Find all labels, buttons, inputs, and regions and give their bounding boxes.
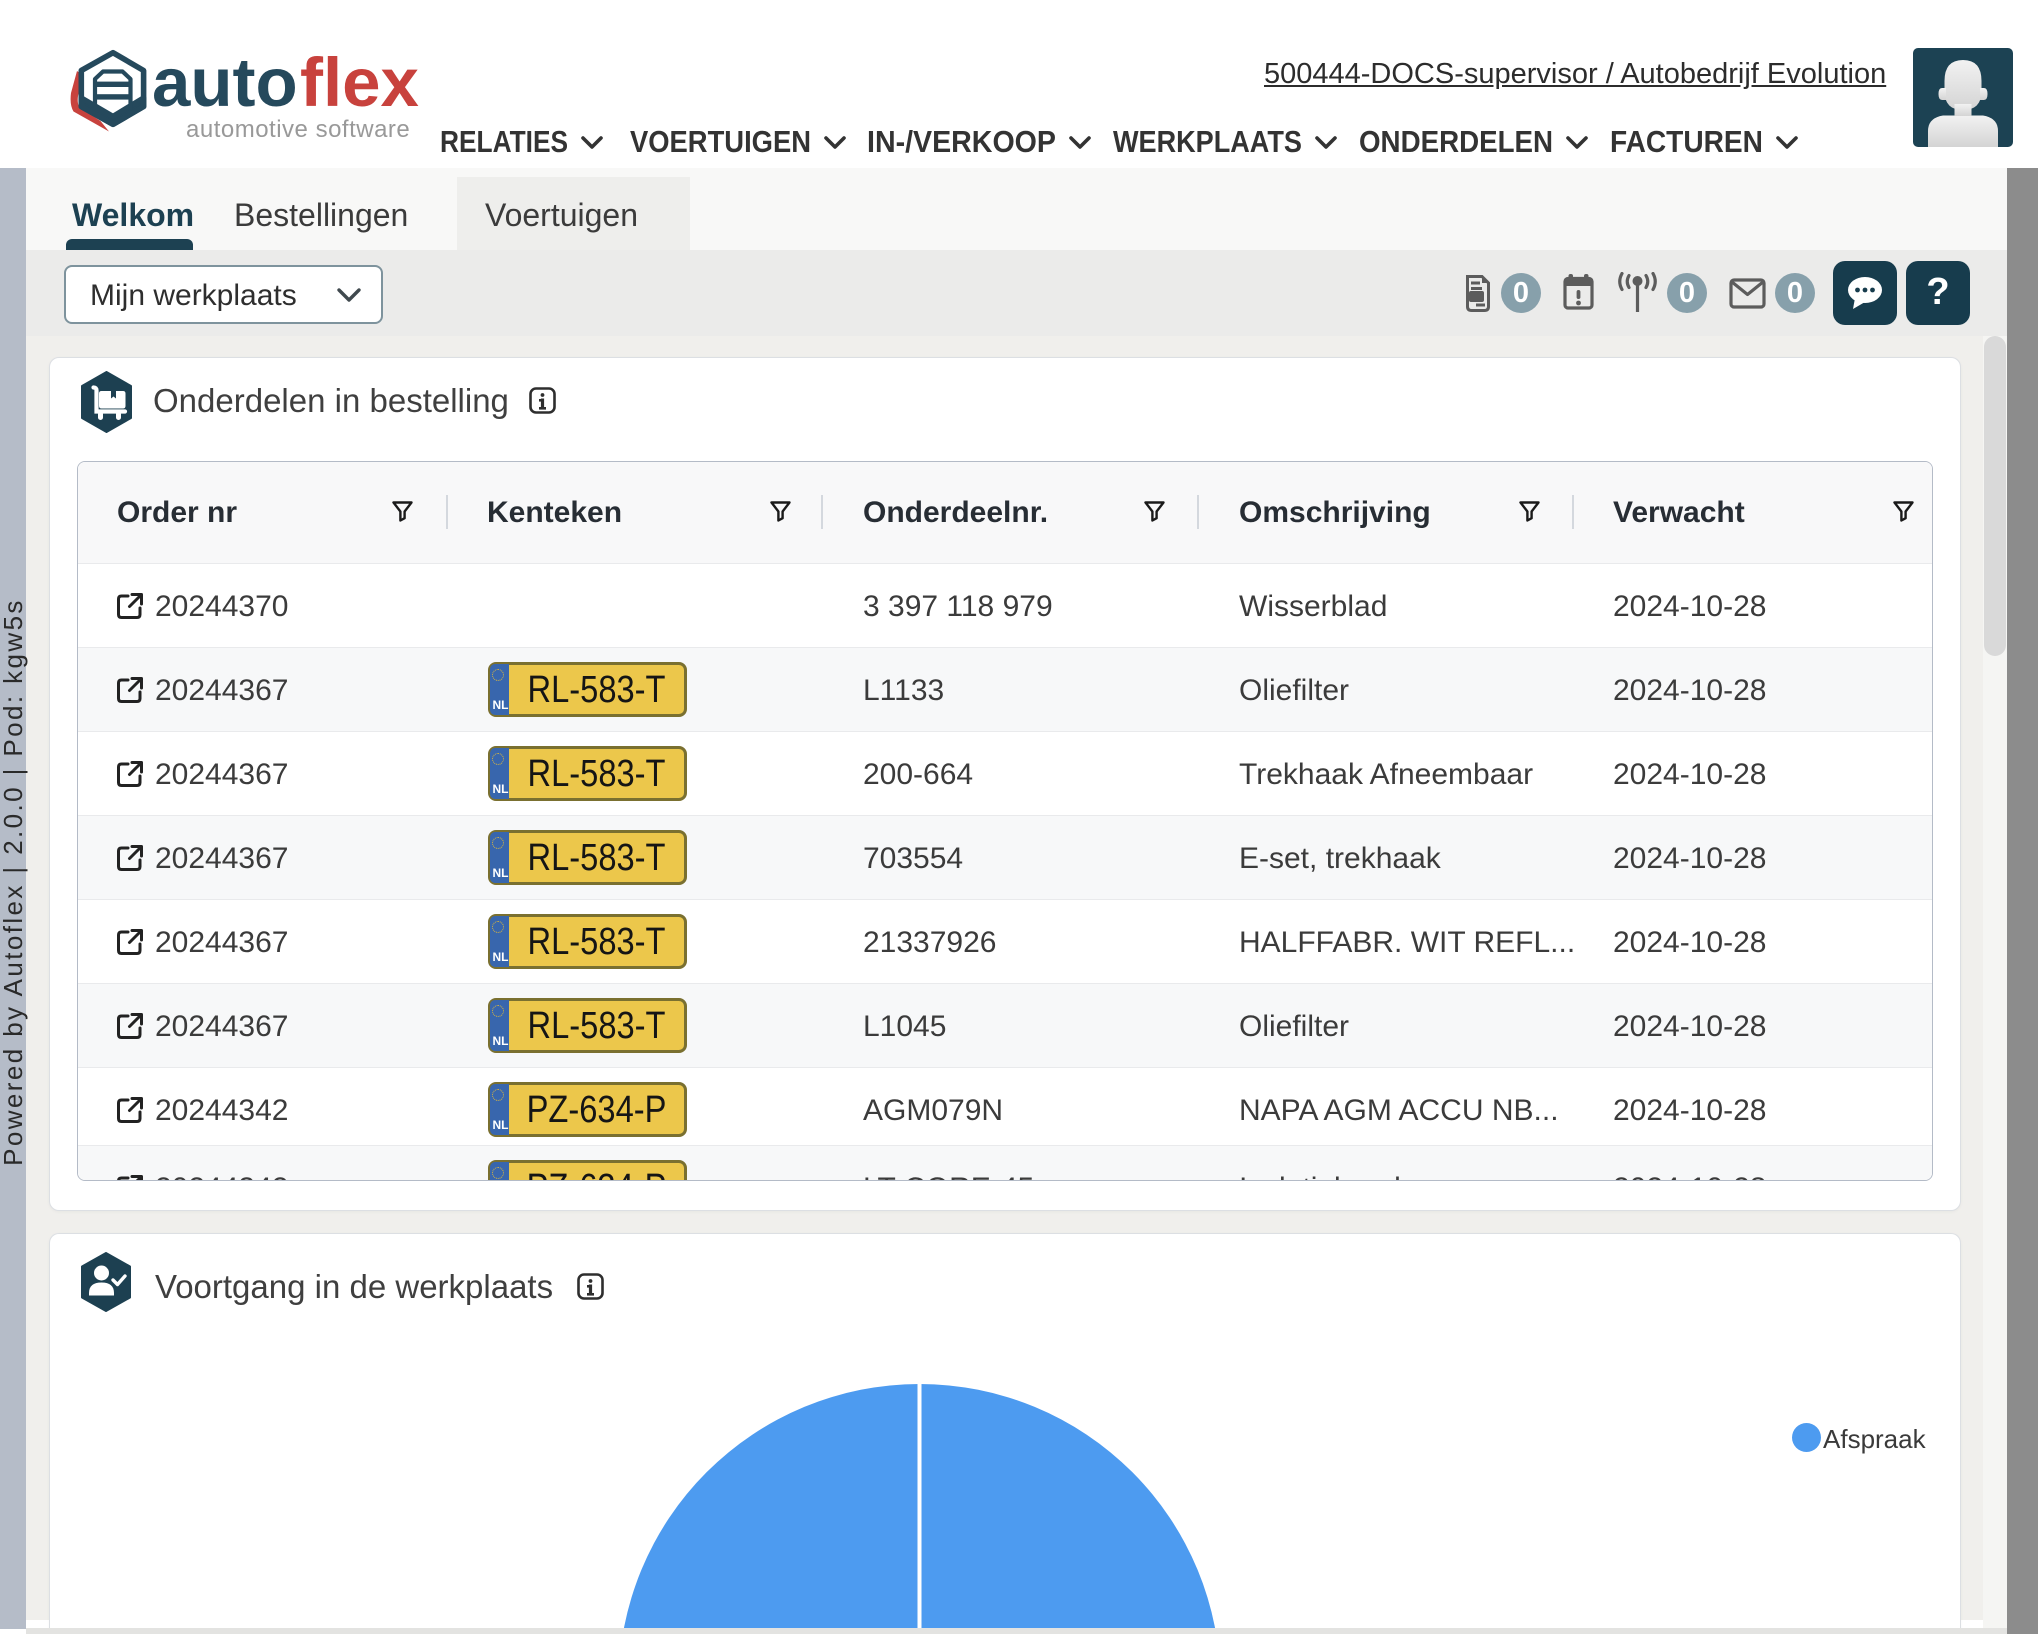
svg-text:automotive software: automotive software <box>186 116 410 143</box>
svg-text:auto: auto <box>152 45 298 121</box>
svg-text:flex: flex <box>300 45 419 121</box>
